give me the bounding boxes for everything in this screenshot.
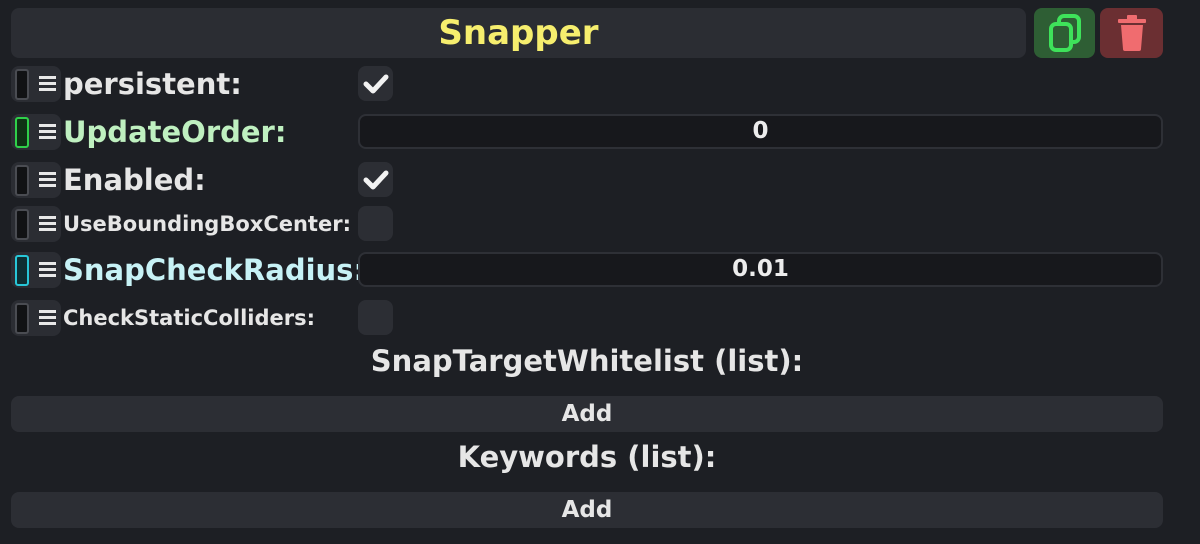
field-slot[interactable]: [15, 303, 29, 334]
field-slot[interactable]: [15, 209, 29, 240]
field-row-useboundingboxcenter: UseBoundingBoxCenter:: [11, 204, 1163, 244]
drag-handle[interactable]: [11, 66, 61, 102]
component-panel: Snapper persistent: UpdateOrder: 0 Enabl…: [0, 0, 1200, 544]
enabled-checkbox[interactable]: [358, 162, 393, 197]
add-button[interactable]: Add: [11, 492, 1163, 528]
field-label: persistent:: [63, 67, 242, 101]
checkmark-icon: [363, 74, 388, 93]
list-title: Keywords (list):: [457, 440, 717, 474]
component-header[interactable]: Snapper: [11, 8, 1026, 58]
copy-icon: [1048, 14, 1081, 52]
hamburger-menu-icon[interactable]: [39, 172, 56, 188]
drag-handle[interactable]: [11, 252, 61, 288]
drag-handle[interactable]: [11, 206, 61, 242]
delete-button[interactable]: [1100, 8, 1163, 58]
useboundingboxcenter-checkbox[interactable]: [358, 206, 393, 241]
field-label: UseBoundingBoxCenter:: [63, 212, 351, 236]
updateorder-input[interactable]: 0: [358, 114, 1163, 149]
field-label: UpdateOrder:: [63, 115, 287, 149]
field-label: Enabled:: [63, 163, 206, 197]
drag-handle[interactable]: [11, 162, 61, 198]
field-row-enabled: Enabled:: [11, 160, 1163, 200]
hamburger-menu-icon[interactable]: [39, 262, 56, 278]
hamburger-menu-icon[interactable]: [39, 216, 56, 232]
field-slot[interactable]: [15, 69, 29, 100]
persistent-checkbox[interactable]: [358, 66, 393, 101]
field-row-snapcheckradius: SnapCheckRadius: 0.01: [11, 250, 1163, 290]
field-row-checkstaticcolliders: CheckStaticColliders:: [11, 298, 1163, 338]
hamburger-menu-icon[interactable]: [39, 310, 56, 326]
component-title: Snapper: [438, 13, 599, 53]
field-row-updateorder: UpdateOrder: 0: [11, 112, 1163, 152]
list-title: SnapTargetWhitelist (list):: [370, 344, 804, 378]
snapcheckradius-input[interactable]: 0.01: [358, 252, 1163, 287]
field-slot[interactable]: [15, 165, 29, 196]
hamburger-menu-icon[interactable]: [39, 124, 56, 140]
field-slot[interactable]: [15, 117, 29, 148]
hamburger-menu-icon[interactable]: [39, 76, 56, 92]
drag-handle[interactable]: [11, 300, 61, 336]
add-button[interactable]: Add: [11, 396, 1163, 432]
field-slot[interactable]: [15, 255, 29, 286]
field-label: CheckStaticColliders:: [63, 306, 315, 330]
duplicate-button[interactable]: [1034, 8, 1095, 58]
field-row-persistent: persistent:: [11, 64, 1163, 104]
field-label: SnapCheckRadius:: [63, 253, 366, 287]
checkstaticcolliders-checkbox[interactable]: [358, 300, 393, 335]
trash-icon: [1117, 15, 1146, 51]
checkmark-icon: [363, 170, 388, 189]
drag-handle[interactable]: [11, 114, 61, 150]
